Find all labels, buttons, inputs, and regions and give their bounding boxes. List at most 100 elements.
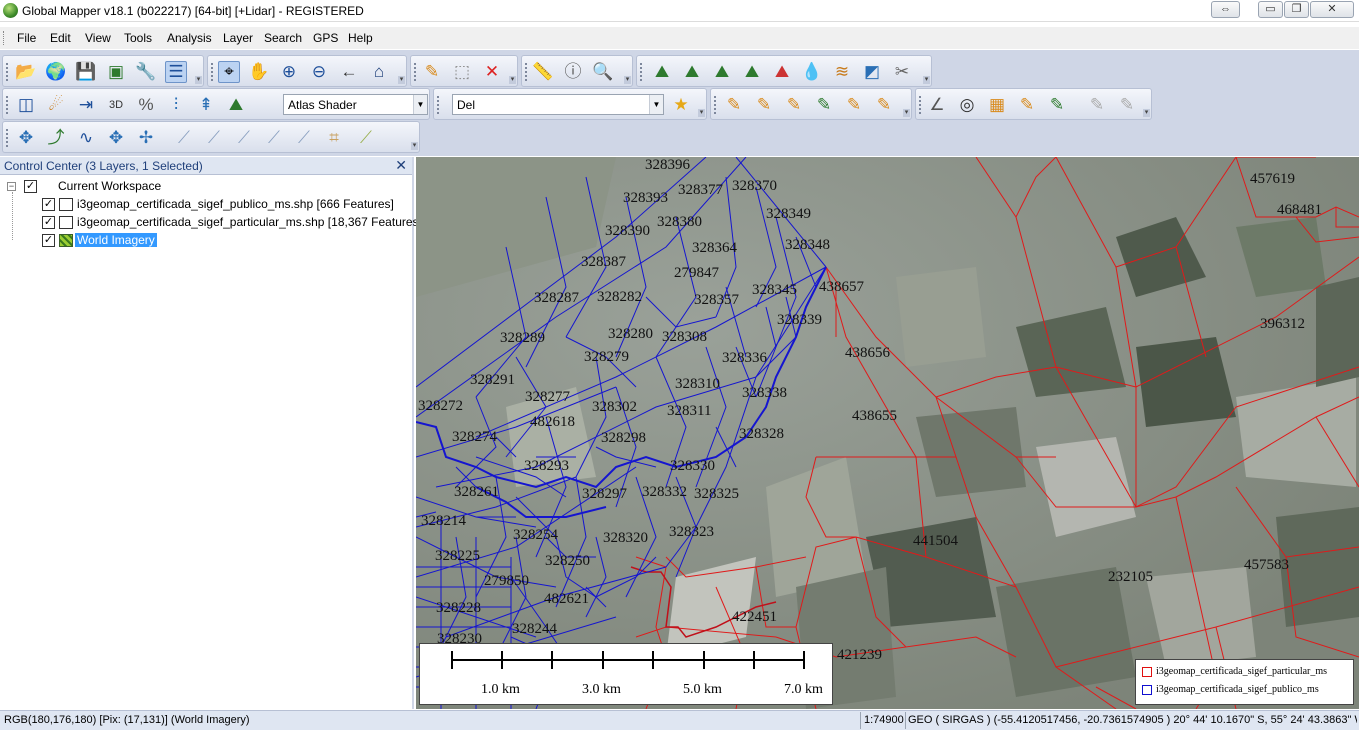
menu-file[interactable]: File bbox=[17, 31, 36, 45]
measure-icon[interactable]: 📏 bbox=[532, 61, 554, 83]
connect-icon[interactable]: ⟋ bbox=[263, 127, 285, 149]
favorite-star-icon[interactable]: ★ bbox=[670, 94, 692, 116]
check-disabled-icon[interactable]: ✎ bbox=[1086, 94, 1108, 116]
rotate-icon[interactable]: ⤴ bbox=[45, 127, 67, 149]
draw-points-icon[interactable]: ✎ bbox=[723, 94, 745, 116]
maximize-button[interactable]: ❐ bbox=[1284, 1, 1309, 18]
layer-checkbox[interactable]: ✓ bbox=[42, 198, 55, 211]
menu-tools[interactable]: Tools bbox=[124, 31, 152, 45]
3d-view-icon[interactable]: 3D bbox=[105, 94, 127, 116]
globe-icon[interactable]: 🌍 bbox=[45, 61, 67, 83]
toolbar-grip[interactable] bbox=[919, 96, 922, 114]
select-area-icon[interactable]: ⬚ bbox=[451, 61, 473, 83]
map-canvas[interactable] bbox=[416, 157, 1359, 709]
close-window-button[interactable]: ✕ bbox=[1310, 1, 1354, 18]
menu-layer[interactable]: Layer bbox=[223, 31, 253, 45]
layer-row-particular[interactable]: ✓ i3geomap_certificada_sigef_particular_… bbox=[0, 214, 422, 231]
toolbar-grip[interactable] bbox=[640, 63, 643, 81]
zoom-in-icon[interactable]: ⊕ bbox=[278, 61, 300, 83]
crop-icon[interactable]: ⌗ bbox=[323, 127, 345, 149]
zoom-out-icon[interactable]: ⊖ bbox=[308, 61, 330, 83]
draw-rectangle-icon[interactable]: ✎ bbox=[843, 94, 865, 116]
join-icon[interactable]: ⟋ bbox=[233, 127, 255, 149]
menu-analysis[interactable]: Analysis bbox=[167, 31, 212, 45]
chevron-down-icon[interactable]: ▼ bbox=[649, 95, 663, 114]
digitizer-zoom-icon[interactable]: ⌖ bbox=[218, 61, 240, 83]
toolbar-options-icon[interactable]: ▾ bbox=[509, 76, 516, 84]
menu-gps[interactable]: GPS bbox=[313, 31, 338, 45]
delete-icon[interactable]: ✕ bbox=[481, 61, 503, 83]
view-shed-icon[interactable]: ⛰ bbox=[711, 61, 733, 83]
toolbar-grip[interactable] bbox=[211, 63, 214, 81]
water-drop-icon[interactable]: 💧 bbox=[801, 61, 823, 83]
open-folder-icon[interactable]: 📂 bbox=[15, 61, 37, 83]
snap-icon[interactable]: ⟋ bbox=[293, 127, 315, 149]
line-tool-icon[interactable]: ⟋ bbox=[173, 127, 195, 149]
search-attributes-icon[interactable]: 🔍 bbox=[592, 61, 614, 83]
terrain-profile-icon[interactable]: ⛰ bbox=[681, 61, 703, 83]
chevron-down-icon[interactable]: ▼ bbox=[413, 95, 427, 114]
home-icon[interactable]: ⌂ bbox=[368, 61, 390, 83]
terrain-icon[interactable]: ⛰ bbox=[651, 61, 673, 83]
draw-curve-icon[interactable]: ✎ bbox=[783, 94, 805, 116]
ruler-icon[interactable]: ⟋ bbox=[355, 127, 377, 149]
water-level-icon[interactable]: ⫶ bbox=[165, 94, 187, 116]
menu-grip[interactable] bbox=[3, 31, 6, 45]
percent-icon[interactable]: % bbox=[135, 94, 157, 116]
grid-icon[interactable]: ▦ bbox=[986, 94, 1008, 116]
menu-search[interactable]: Search bbox=[264, 31, 302, 45]
contour-icon[interactable]: ≋ bbox=[831, 61, 853, 83]
insert-vertex-icon[interactable]: ✢ bbox=[135, 127, 157, 149]
toolbar-options-icon[interactable]: ▾ bbox=[698, 109, 705, 117]
toolbar-options-icon[interactable]: ▾ bbox=[624, 76, 631, 84]
toolbar-grip[interactable] bbox=[525, 63, 528, 81]
toolbar-options-icon[interactable]: ▾ bbox=[923, 76, 930, 84]
draw-area-icon[interactable]: ✎ bbox=[813, 94, 835, 116]
workspace-row[interactable]: − ✓ Current Workspace bbox=[0, 178, 410, 195]
light-direction-icon[interactable]: ☄ bbox=[45, 94, 67, 116]
back-arrow-icon[interactable]: ← bbox=[338, 61, 360, 83]
watershed-icon[interactable]: ⛰ bbox=[771, 61, 793, 83]
toolbar-grip[interactable] bbox=[6, 96, 9, 114]
workspace-checkbox[interactable]: ✓ bbox=[24, 180, 37, 193]
toolbar-options-icon[interactable]: ▾ bbox=[398, 76, 405, 84]
resize-toggle-button[interactable]: ⇔ bbox=[1211, 1, 1240, 18]
toolbar-options-icon[interactable]: ▾ bbox=[903, 109, 910, 117]
toolbar-options-icon[interactable]: ▾ bbox=[195, 76, 202, 84]
control-center-icon[interactable]: ☰ bbox=[165, 61, 187, 83]
pencil-icon[interactable]: ✎ bbox=[421, 61, 443, 83]
layer-position-icon[interactable]: ⇥ bbox=[75, 94, 97, 116]
toolbar-grip[interactable] bbox=[6, 63, 9, 81]
menu-edit[interactable]: Edit bbox=[50, 31, 71, 45]
search-select[interactable]: Del ▼ bbox=[452, 94, 664, 115]
move-icon[interactable]: ✥ bbox=[15, 127, 37, 149]
layer-checkbox[interactable]: ✓ bbox=[42, 234, 55, 247]
collapse-icon[interactable]: − bbox=[7, 182, 16, 191]
layer-row-world-imagery[interactable]: ✓ World Imagery bbox=[0, 232, 410, 249]
panel-close-icon[interactable]: ✕ bbox=[395, 157, 407, 174]
layer-checkbox[interactable]: ✓ bbox=[42, 216, 55, 229]
map-view[interactable]: 328396 328377 328370 328393 328349 32838… bbox=[416, 157, 1359, 709]
toolbar-grip[interactable] bbox=[6, 129, 9, 147]
wrench-icon[interactable]: 🔧 bbox=[135, 61, 157, 83]
vertical-exaggeration-icon[interactable]: ⇞ bbox=[195, 94, 217, 116]
shader-icon[interactable]: ◩ bbox=[861, 61, 883, 83]
reshape-icon[interactable]: ∿ bbox=[75, 127, 97, 149]
vertex-edit-icon[interactable]: ✎ bbox=[1016, 94, 1038, 116]
tools-icon[interactable]: ✂ bbox=[891, 61, 913, 83]
toolbar-grip[interactable] bbox=[437, 96, 440, 114]
pan-hand-icon[interactable]: ✋ bbox=[248, 61, 270, 83]
layer-row-publico[interactable]: ✓ i3geomap_certificada_sigef_publico_ms.… bbox=[0, 196, 410, 213]
toolbar-options-icon[interactable]: ▾ bbox=[1143, 109, 1150, 117]
toolbar-grip[interactable] bbox=[714, 96, 717, 114]
move-vertex-icon[interactable]: ✥ bbox=[105, 127, 127, 149]
split-line-icon[interactable]: ⟋ bbox=[203, 127, 225, 149]
draw-circle-icon[interactable]: ✎ bbox=[873, 94, 895, 116]
shader-select[interactable]: Atlas Shader ▼ bbox=[283, 94, 428, 115]
edit-area-icon[interactable]: ✎ bbox=[1046, 94, 1068, 116]
edit-disabled-icon[interactable]: ✎ bbox=[1116, 94, 1138, 116]
menu-help[interactable]: Help bbox=[348, 31, 373, 45]
menu-view[interactable]: View bbox=[85, 31, 111, 45]
target-icon[interactable]: ◎ bbox=[956, 94, 978, 116]
map-layout-icon[interactable]: ▣ bbox=[105, 61, 127, 83]
